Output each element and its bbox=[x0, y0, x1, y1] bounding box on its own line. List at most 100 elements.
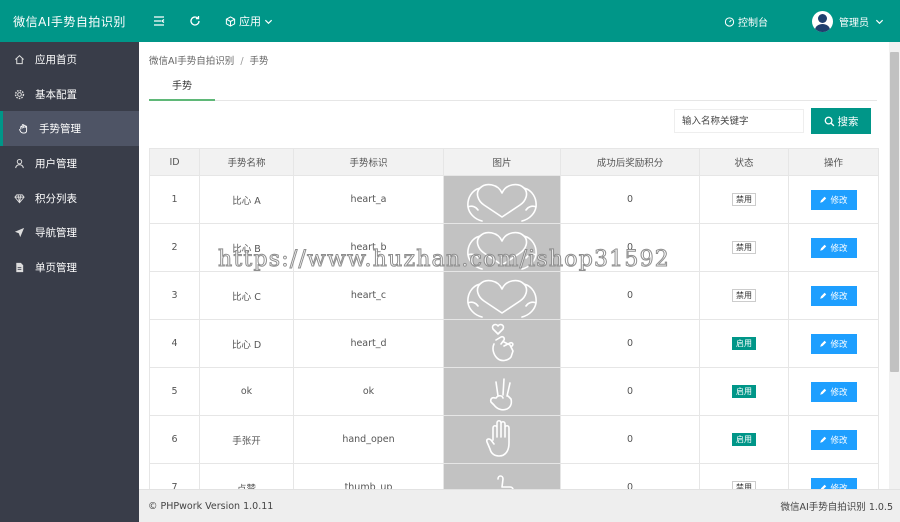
admin-menu[interactable]: 管理员 bbox=[812, 10, 884, 32]
row-status-cell: 禁用 bbox=[699, 223, 789, 272]
scrollbar-thumb[interactable] bbox=[890, 52, 899, 372]
edit-button[interactable]: 修改 bbox=[810, 285, 857, 306]
row-name: 点赞 bbox=[199, 463, 294, 489]
pencil-icon bbox=[820, 436, 827, 443]
status-badge[interactable]: 启用 bbox=[732, 337, 756, 350]
breadcrumb-root[interactable]: 微信AI手势自拍识别 bbox=[149, 56, 234, 67]
row-id: 3 bbox=[149, 271, 200, 320]
console-link[interactable]: 控制台 bbox=[724, 14, 768, 29]
row-image bbox=[443, 175, 561, 224]
table-row: 2 比心 Bheart_b 0 禁用 修改 bbox=[149, 223, 879, 272]
row-points: 0 bbox=[560, 271, 700, 320]
sidebar-item-label: 基本配置 bbox=[35, 88, 77, 101]
navigation-icon bbox=[12, 227, 26, 238]
status-badge[interactable]: 禁用 bbox=[732, 193, 756, 206]
collapse-menu-icon[interactable] bbox=[153, 15, 165, 27]
admin-label: 管理员 bbox=[839, 17, 869, 29]
search-input[interactable] bbox=[674, 109, 804, 133]
sidebar-item-label: 应用首页 bbox=[35, 53, 77, 66]
column-header-image: 图片 bbox=[443, 148, 561, 176]
hand-icon bbox=[16, 123, 30, 134]
table-row: 1 比心 Aheart_a 0 禁用 修改 bbox=[149, 175, 879, 224]
avatar[interactable] bbox=[812, 10, 833, 32]
status-badge[interactable]: 启用 bbox=[732, 385, 756, 398]
row-name: 比心 D bbox=[199, 319, 294, 368]
dashboard-icon bbox=[724, 16, 735, 27]
tab-gesture[interactable]: 手势 bbox=[149, 78, 215, 101]
pencil-icon bbox=[820, 196, 827, 203]
sidebar-item-page-management[interactable]: 单页管理 bbox=[0, 250, 139, 285]
tab-bar: 手势 bbox=[149, 78, 877, 101]
status-badge[interactable]: 禁用 bbox=[732, 241, 756, 254]
pencil-icon bbox=[820, 340, 827, 347]
row-id: 5 bbox=[149, 367, 200, 416]
row-name: 比心 C bbox=[199, 271, 294, 320]
diamond-icon bbox=[12, 193, 26, 204]
sidebar-item-points-list[interactable]: 积分列表 bbox=[0, 181, 139, 216]
ok-hand-icon bbox=[444, 370, 560, 414]
sidebar-item-home[interactable]: 应用首页 bbox=[0, 42, 139, 77]
breadcrumb: 微信AI手势自拍识别 / 手势 bbox=[149, 53, 269, 67]
row-points: 0 bbox=[560, 367, 700, 416]
row-name: ok bbox=[199, 367, 294, 416]
finger-heart-icon bbox=[444, 322, 560, 366]
row-action-cell: 修改 bbox=[788, 271, 879, 320]
row-image bbox=[443, 415, 561, 464]
edit-button-label: 修改 bbox=[830, 435, 848, 446]
row-action-cell: 修改 bbox=[788, 175, 879, 224]
sidebar-item-navigation-management[interactable]: 导航管理 bbox=[0, 215, 139, 250]
row-key: heart_d bbox=[293, 319, 444, 368]
edit-button[interactable]: 修改 bbox=[810, 189, 857, 210]
main-content: 微信AI手势自拍识别 / 手势 手势 搜索 ID 手势名称 手势标识 图片 成功后奖… bbox=[139, 42, 889, 489]
status-badge[interactable]: 禁用 bbox=[732, 481, 756, 489]
search-button[interactable]: 搜索 bbox=[811, 108, 871, 134]
sidebar-item-user-management[interactable]: 用户管理 bbox=[0, 146, 139, 181]
column-header-key: 手势标识 bbox=[293, 148, 444, 176]
top-bar-right: 控制台 管理员 bbox=[724, 10, 900, 32]
edit-button[interactable]: 修改 bbox=[810, 477, 857, 490]
row-action-cell: 修改 bbox=[788, 367, 879, 416]
console-label: 控制台 bbox=[738, 17, 768, 29]
row-points: 0 bbox=[560, 223, 700, 272]
row-id: 2 bbox=[149, 223, 200, 272]
row-name: 比心 B bbox=[199, 223, 294, 272]
app-title: 微信AI手势自拍识别 bbox=[13, 14, 126, 29]
sidebar-item-label: 积分列表 bbox=[35, 192, 77, 205]
edit-button[interactable]: 修改 bbox=[810, 429, 857, 450]
row-key: ok bbox=[293, 367, 444, 416]
row-status-cell: 启用 bbox=[699, 367, 789, 416]
vertical-scrollbar[interactable] bbox=[889, 42, 900, 489]
edit-button[interactable]: 修改 bbox=[810, 237, 857, 258]
row-points: 0 bbox=[560, 415, 700, 464]
edit-button-label: 修改 bbox=[830, 291, 848, 302]
row-status-cell: 启用 bbox=[699, 415, 789, 464]
row-key: hand_open bbox=[293, 415, 444, 464]
edit-button-label: 修改 bbox=[830, 195, 848, 206]
chevron-down-icon bbox=[264, 19, 273, 24]
status-badge[interactable]: 禁用 bbox=[732, 289, 756, 302]
row-status-cell: 禁用 bbox=[699, 463, 789, 489]
row-action-cell: 修改 bbox=[788, 463, 879, 490]
edit-button[interactable]: 修改 bbox=[810, 333, 857, 354]
row-key: heart_c bbox=[293, 271, 444, 320]
sidebar-item-label: 单页管理 bbox=[35, 261, 77, 274]
status-badge[interactable]: 启用 bbox=[732, 433, 756, 446]
row-id: 7 bbox=[149, 463, 200, 489]
refresh-icon[interactable] bbox=[189, 15, 201, 27]
edit-button-label: 修改 bbox=[830, 483, 848, 490]
sidebar-item-basic-config[interactable]: 基本配置 bbox=[0, 77, 139, 112]
sidebar-item-gesture-management[interactable]: 手势管理 bbox=[0, 111, 139, 147]
apps-menu[interactable]: 应用 bbox=[225, 13, 273, 29]
row-key: heart_a bbox=[293, 175, 444, 224]
pencil-icon bbox=[820, 388, 827, 395]
edit-button[interactable]: 修改 bbox=[810, 381, 857, 402]
heart-hands-icon bbox=[444, 177, 560, 223]
row-key: heart_b bbox=[293, 223, 444, 272]
row-points: 0 bbox=[560, 319, 700, 368]
breadcrumb-separator: / bbox=[240, 56, 244, 67]
apps-menu-label: 应用 bbox=[239, 15, 261, 28]
column-header-id: ID bbox=[149, 148, 200, 176]
footer-app-version: 微信AI手势自拍识别 1.0.5 bbox=[780, 502, 894, 513]
gesture-table: ID 手势名称 手势标识 图片 成功后奖励积分 状态 操作 1 比心 Aheart… bbox=[149, 148, 879, 489]
column-header-action: 操作 bbox=[788, 148, 879, 176]
